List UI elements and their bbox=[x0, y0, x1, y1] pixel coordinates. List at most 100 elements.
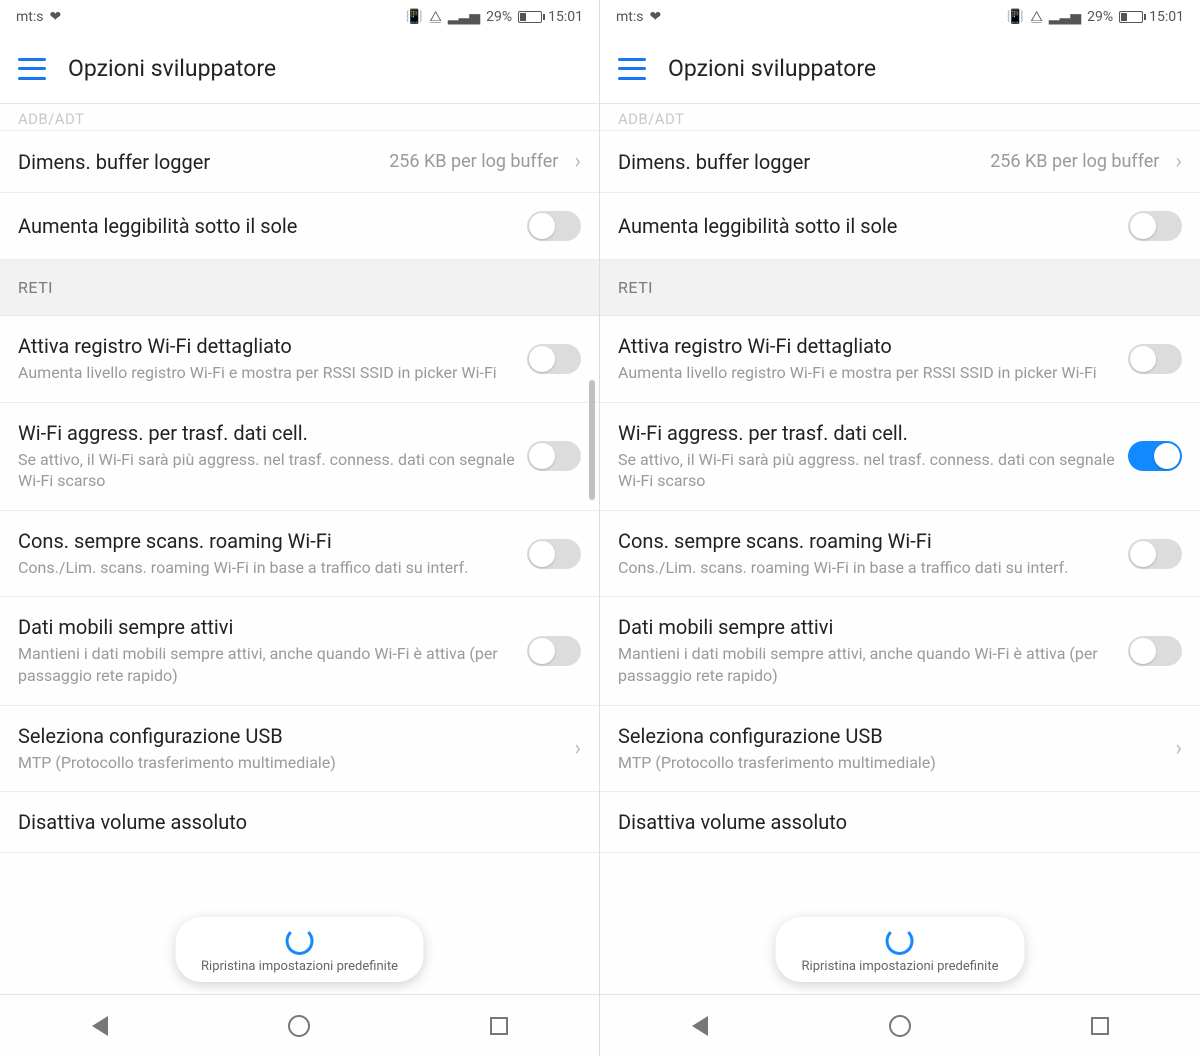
reset-label: Ripristina impostazioni predefinite bbox=[802, 959, 999, 974]
chevron-right-icon: › bbox=[574, 149, 581, 174]
row-title: Wi-Fi aggress. per trasf. dati cell. bbox=[18, 421, 517, 445]
battery-icon bbox=[1119, 11, 1143, 23]
row-buffer-logger[interactable]: Dimens. buffer logger 256 KB per log buff… bbox=[0, 131, 599, 193]
wifi-icon: ⧋ bbox=[429, 9, 442, 25]
battery-percent: 29% bbox=[486, 9, 512, 25]
section-networks: RETI bbox=[600, 260, 1200, 316]
row-disable-absolute-volume[interactable]: Disattiva volume assoluto bbox=[0, 792, 599, 853]
row-subtitle: MTP (Protocollo trasferimento multimedia… bbox=[618, 752, 1159, 774]
row-buffer-logger[interactable]: Dimens. buffer logger 256 KB per log buff… bbox=[600, 131, 1200, 193]
row-wifi-verbose-log[interactable]: Attiva registro Wi-Fi dettagliato Aumenta… bbox=[0, 316, 599, 403]
signal-icon: ▂▃▅ bbox=[448, 9, 480, 25]
row-disable-absolute-volume[interactable]: Disattiva volume assoluto bbox=[600, 792, 1200, 853]
row-sunlight-legibility[interactable]: Aumenta leggibilità sotto il sole bbox=[600, 193, 1200, 260]
reset-label: Ripristina impostazioni predefinite bbox=[201, 959, 398, 974]
row-title: Disattiva volume assoluto bbox=[18, 810, 581, 834]
page-title: Opzioni sviluppatore bbox=[68, 55, 276, 82]
row-title: Dimens. buffer logger bbox=[18, 150, 379, 174]
status-bar: mt:s ❤ 📳 ⧋ ▂▃▅ 29% 15:01 bbox=[0, 0, 599, 34]
row-wifi-aggressive-handover[interactable]: Wi-Fi aggress. per trasf. dati cell. Se a… bbox=[600, 403, 1200, 511]
phone-screen-1: mt:s❤📳⧋▂▃▅29%15:01Opzioni sviluppatoreAD… bbox=[600, 0, 1200, 1056]
toggle-wifi-log[interactable] bbox=[527, 344, 581, 374]
row-subtitle: Mantieni i dati mobili sempre attivi, an… bbox=[18, 643, 517, 686]
vibrate-icon: 📳 bbox=[406, 9, 423, 25]
menu-icon[interactable] bbox=[618, 58, 646, 80]
home-button[interactable] bbox=[285, 1012, 313, 1040]
settings-list: Dimens. buffer logger 256 KB per log buff… bbox=[0, 131, 599, 994]
row-usb-config[interactable]: Seleziona configurazione USB MTP (Protoco… bbox=[0, 706, 599, 793]
row-title: Seleziona configurazione USB bbox=[18, 724, 558, 748]
row-wifi-verbose-log[interactable]: Attiva registro Wi-Fi dettagliato Aumenta… bbox=[600, 316, 1200, 403]
row-title: Seleziona configurazione USB bbox=[618, 724, 1159, 748]
nav-bar bbox=[0, 994, 599, 1056]
toggle-wifi-aggr[interactable] bbox=[527, 441, 581, 471]
row-title: Wi-Fi aggress. per trasf. dati cell. bbox=[618, 421, 1118, 445]
toggle-mobile-data[interactable] bbox=[527, 636, 581, 666]
row-value: 256 KB per log buffer bbox=[990, 151, 1159, 172]
carrier-label: mt:s bbox=[616, 9, 643, 25]
clock: 15:01 bbox=[548, 9, 583, 25]
row-subtitle: Cons./Lim. scans. roaming Wi-Fi in base … bbox=[618, 557, 1118, 579]
reset-icon bbox=[886, 927, 914, 955]
battery-icon bbox=[518, 11, 542, 23]
toggle-sunlight[interactable] bbox=[1128, 211, 1182, 241]
row-title: Dimens. buffer logger bbox=[618, 150, 980, 174]
row-mobile-data-always-on[interactable]: Dati mobili sempre attivi Mantieni i dati… bbox=[600, 597, 1200, 705]
row-wifi-roam-scans[interactable]: Cons. sempre scans. roaming Wi-FiCons./L… bbox=[0, 511, 599, 598]
menu-icon[interactable] bbox=[18, 58, 46, 80]
row-subtitle: Cons./Lim. scans. roaming Wi-Fi in base … bbox=[18, 557, 517, 579]
row-title: Dati mobili sempre attivi bbox=[618, 615, 1118, 639]
toggle-wifi-log[interactable] bbox=[1128, 344, 1182, 374]
row-wifi-roam-scans[interactable]: Cons. sempre scans. roaming Wi-Fi Cons./L… bbox=[600, 511, 1200, 598]
chevron-right-icon: › bbox=[1175, 149, 1182, 174]
toggle-wifi-roam[interactable] bbox=[1128, 539, 1182, 569]
back-button[interactable] bbox=[686, 1012, 714, 1040]
section-ghost: ADB/ADT bbox=[600, 104, 1200, 131]
row-subtitle: MTP (Protocollo trasferimento multimedia… bbox=[18, 752, 558, 774]
chevron-right-icon: › bbox=[1175, 736, 1182, 761]
row-usb-config[interactable]: Seleziona configurazione USB MTP (Protoco… bbox=[600, 706, 1200, 793]
row-wifi-aggressive-handover[interactable]: Wi-Fi aggress. per trasf. dati cell.Se a… bbox=[0, 403, 599, 511]
scrollbar[interactable] bbox=[589, 380, 595, 500]
section-networks: RETI bbox=[0, 260, 599, 316]
reset-defaults-pill[interactable]: Ripristina impostazioni predefinite bbox=[776, 917, 1025, 982]
row-title: Dati mobili sempre attivi bbox=[18, 615, 517, 639]
row-subtitle: Aumenta livello registro Wi-Fi e mostra … bbox=[618, 362, 1118, 384]
back-button[interactable] bbox=[86, 1012, 114, 1040]
row-title: Cons. sempre scans. roaming Wi-Fi bbox=[618, 529, 1118, 553]
toggle-wifi-aggr[interactable] bbox=[1128, 441, 1182, 471]
row-title: Disattiva volume assoluto bbox=[618, 810, 1182, 834]
status-bar: mt:s❤📳⧋▂▃▅29%15:01 bbox=[600, 0, 1200, 34]
battery-percent: 29% bbox=[1087, 9, 1113, 25]
reset-defaults-pill[interactable]: Ripristina impostazioni predefinite bbox=[175, 917, 424, 982]
reset-icon bbox=[286, 927, 314, 955]
home-button[interactable] bbox=[886, 1012, 914, 1040]
toggle-wifi-roam[interactable] bbox=[527, 539, 581, 569]
row-sunlight-legibility[interactable]: Aumenta leggibilità sotto il sole bbox=[0, 193, 599, 260]
app-bar: Opzioni sviluppatore bbox=[0, 34, 599, 104]
row-title: Attiva registro Wi-Fi dettagliato bbox=[618, 334, 1118, 358]
toggle-mobile-data[interactable] bbox=[1128, 636, 1182, 666]
page-title: Opzioni sviluppatore bbox=[668, 55, 876, 82]
settings-list: Dimens. buffer logger 256 KB per log buff… bbox=[600, 131, 1200, 994]
chevron-right-icon: › bbox=[574, 736, 581, 761]
row-subtitle: Mantieni i dati mobili sempre attivi, an… bbox=[618, 643, 1118, 686]
row-mobile-data-always-on[interactable]: Dati mobili sempre attivi Mantieni i dati… bbox=[0, 597, 599, 705]
vibrate-icon: 📳 bbox=[1007, 9, 1024, 25]
toggle-sunlight[interactable] bbox=[527, 211, 581, 241]
row-subtitle: Aumenta livello registro Wi-Fi e mostra … bbox=[18, 362, 517, 384]
recents-button[interactable] bbox=[1086, 1012, 1114, 1040]
row-title: Attiva registro Wi-Fi dettagliato bbox=[18, 334, 517, 358]
app-bar: Opzioni sviluppatore bbox=[600, 34, 1200, 104]
row-title: Aumenta leggibilità sotto il sole bbox=[18, 214, 517, 238]
clock: 15:01 bbox=[1149, 9, 1184, 25]
row-title: Aumenta leggibilità sotto il sole bbox=[618, 214, 1118, 238]
row-value: 256 KB per log buffer bbox=[389, 151, 558, 172]
row-subtitle: Se attivo, il Wi-Fi sarà più aggress. ne… bbox=[618, 449, 1118, 492]
wifi-icon: ⧋ bbox=[1030, 9, 1043, 25]
nav-bar bbox=[600, 994, 1200, 1056]
signal-icon: ▂▃▅ bbox=[1049, 9, 1081, 25]
carrier-label: mt:s bbox=[16, 9, 43, 25]
heart-icon: ❤ bbox=[49, 9, 61, 25]
recents-button[interactable] bbox=[485, 1012, 513, 1040]
